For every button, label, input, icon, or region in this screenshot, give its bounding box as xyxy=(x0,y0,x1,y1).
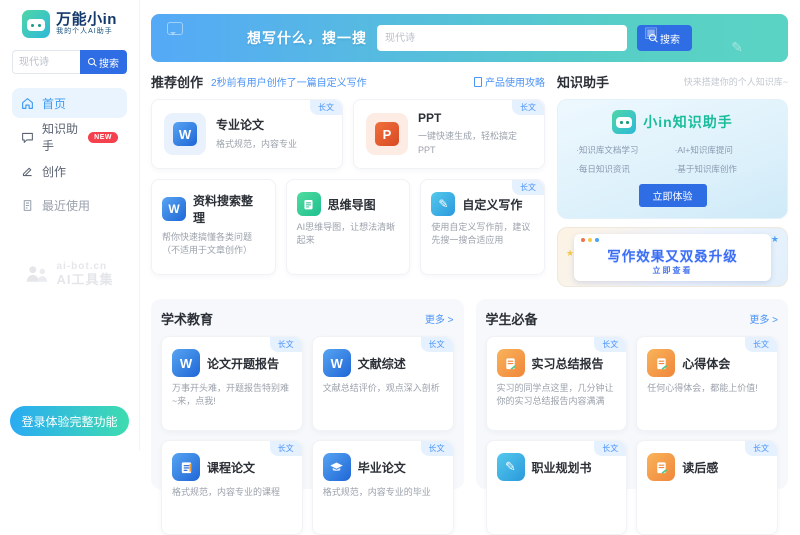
star-icon: ★ xyxy=(771,234,779,245)
recommend-title: 推荐创作 xyxy=(151,72,203,91)
guide-doc-icon xyxy=(474,77,482,87)
robot-logo-icon xyxy=(612,110,636,134)
mindmap-icon xyxy=(297,192,321,216)
card-literature-review[interactable]: 长文 W 文献综述 文献总结评价，观点深入剖析 xyxy=(312,336,454,431)
recommend-section: 推荐创作 2秒前有用户创作了一篇自定义写作 产品使用攻略 长文 W 专业论文 格… xyxy=(151,72,545,287)
watermark: ai-bot.cn AI工具集 xyxy=(0,262,139,286)
long-text-badge: 长文 xyxy=(745,337,777,352)
recommend-ticker: 2秒前有用户创作了一篇自定义写作 xyxy=(211,74,367,89)
app-title: 万能小in xyxy=(56,12,117,29)
section-student: 学生必备 更多 > 长文 实习总结报告 实习的同学点这里，几分钟让你的实习总结报… xyxy=(476,299,789,489)
app-tagline: 我的个人AI助手 xyxy=(56,28,117,36)
promo-title: 写作效果又双叒升级 xyxy=(580,245,765,265)
app-logo[interactable]: 万能小in 我的个人AI助手 xyxy=(12,10,127,38)
more-link[interactable]: 更多 > xyxy=(425,311,454,326)
knowledge-title: 知识助手 xyxy=(557,72,609,91)
card-internship-report[interactable]: 长文 实习总结报告 实习的同学点这里，几分钟让你的实习总结报告内容满满 xyxy=(486,336,628,431)
watermark-line1: ai-bot.cn xyxy=(56,262,113,273)
long-text-badge: 长文 xyxy=(512,180,544,195)
knowledge-card-title: 小in知识助手 xyxy=(643,112,732,132)
pen-icon: ✎ xyxy=(431,192,455,216)
long-text-badge: 长文 xyxy=(594,441,626,456)
banner-prompt: 想写什么，搜一搜 xyxy=(247,28,367,48)
word-icon: W xyxy=(172,349,200,377)
banner-chat-icon xyxy=(167,22,183,35)
banner-search-input[interactable] xyxy=(377,25,627,51)
tool-card-mindmap[interactable]: 思维导图 AI思维导图，让想法清晰起来 xyxy=(286,179,411,275)
promo-cta[interactable]: 立即查看 xyxy=(580,265,765,276)
featured-card-ppt[interactable]: 长文 P PPT 一键快速生成，轻松搞定PPT xyxy=(353,99,545,169)
recent-doc-icon xyxy=(21,199,34,212)
long-text-badge: 长文 xyxy=(745,441,777,456)
sidebar-item-knowledge[interactable]: 知识助手 NEW xyxy=(12,122,127,152)
section-academic: 学术教育 更多 > 长文 W 论文开题报告 万事开头难，开题报告特别难~来，点我… xyxy=(151,299,464,489)
long-text-badge: 长文 xyxy=(421,337,453,352)
sidebar-item-home[interactable]: 首页 xyxy=(12,88,127,118)
chat-icon xyxy=(21,131,34,144)
long-text-badge: 长文 xyxy=(310,100,342,115)
word-icon: W xyxy=(162,197,186,221)
login-button[interactable]: 登录体验完整功能 xyxy=(10,406,129,436)
sidebar-menu: 首页 知识助手 NEW 创作 最近使用 xyxy=(12,88,127,220)
sidebar-search-button[interactable]: 搜索 xyxy=(80,50,127,74)
card-course-paper[interactable]: 长文 课程论文 格式规范，内容专业的课程 xyxy=(161,440,303,535)
sidebar: 万能小in 我的个人AI助手 搜索 首页 知识助手 NEW 创作 最近使用 xyxy=(0,0,140,450)
search-banner: ▣ ✎ 想写什么，搜一搜 搜索 xyxy=(151,14,788,62)
sidebar-item-create[interactable]: 创作 xyxy=(12,156,127,186)
knowledge-section: 知识助手 快来搭建你的个人知识库~ 小in知识助手 ·知识库文档学习 ·AI+知… xyxy=(557,72,788,287)
long-text-badge: 长文 xyxy=(421,441,453,456)
long-text-badge: 长文 xyxy=(594,337,626,352)
product-guide-link[interactable]: 产品使用攻略 xyxy=(474,74,545,89)
home-icon xyxy=(21,97,34,110)
card-book-review[interactable]: 长文 读后感 xyxy=(636,440,778,535)
long-text-badge: 长文 xyxy=(512,100,544,115)
card-career-plan[interactable]: 长文 ✎ 职业规划书 xyxy=(486,440,628,535)
pen-icon: ✎ xyxy=(497,453,525,481)
knowledge-hint: 快来搭建你的个人知识库~ xyxy=(684,75,788,88)
graduation-cap-icon xyxy=(323,453,351,481)
card-reflections[interactable]: 长文 心得体会 任何心得体会，都能上价值! xyxy=(636,336,778,431)
sidebar-search: 搜索 xyxy=(12,50,127,74)
word-icon: W xyxy=(323,349,351,377)
long-text-badge: 长文 xyxy=(270,337,302,352)
tool-card-research[interactable]: W 资料搜索整理 帮你快速搞懂各类问题（不适用于文章创作） xyxy=(151,179,276,275)
edit-icon xyxy=(21,165,34,178)
promo-window: 写作效果又双叒升级 立即查看 xyxy=(574,234,771,281)
knowledge-assistant-card[interactable]: 小in知识助手 ·知识库文档学习 ·AI+知识库提问 ·每日知识资讯 ·基于知识… xyxy=(557,99,788,219)
knowledge-features: ·知识库文档学习 ·AI+知识库提问 ·每日知识资讯 ·基于知识库创作 xyxy=(576,144,769,175)
long-text-badge: 长文 xyxy=(270,441,302,456)
tool-card-custom-writing[interactable]: 长文 ✎ 自定义写作 使用自定义写作前，建议先搜一搜合适应用 xyxy=(420,179,545,275)
report-icon xyxy=(647,349,675,377)
banner-pencil-icon: ✎ xyxy=(731,39,743,56)
report-icon xyxy=(497,349,525,377)
sidebar-item-recent[interactable]: 最近使用 xyxy=(12,190,127,220)
ppt-icon: P xyxy=(366,113,408,155)
watermark-line2: AI工具集 xyxy=(56,273,113,287)
sidebar-search-input[interactable] xyxy=(12,50,80,74)
try-now-button[interactable]: 立即体验 xyxy=(639,184,707,207)
doc-icon xyxy=(172,453,200,481)
star-icon: ★ xyxy=(566,248,574,259)
card-graduation-thesis[interactable]: 长文 毕业论文 格式规范，内容专业的毕业 xyxy=(312,440,454,535)
robot-logo-icon xyxy=(22,10,50,38)
more-link[interactable]: 更多 > xyxy=(749,311,778,326)
aibot-logo-icon xyxy=(25,264,51,284)
featured-card-paper[interactable]: 长文 W 专业论文 格式规范，内容专业 xyxy=(151,99,343,169)
main-content: ▣ ✎ 想写什么，搜一搜 搜索 推荐创作 2秒前有用户创作了一篇自定义写作 产品… xyxy=(141,0,800,450)
search-icon xyxy=(88,58,97,67)
promo-banner[interactable]: ★ ★ 写作效果又双叒升级 立即查看 xyxy=(557,227,788,287)
report-icon xyxy=(647,453,675,481)
card-thesis-proposal[interactable]: 长文 W 论文开题报告 万事开头难，开题报告特别难~来，点我! xyxy=(161,336,303,431)
window-dots-icon xyxy=(581,238,599,242)
word-icon: W xyxy=(164,113,206,155)
search-icon xyxy=(649,34,658,43)
new-badge: NEW xyxy=(88,132,118,143)
